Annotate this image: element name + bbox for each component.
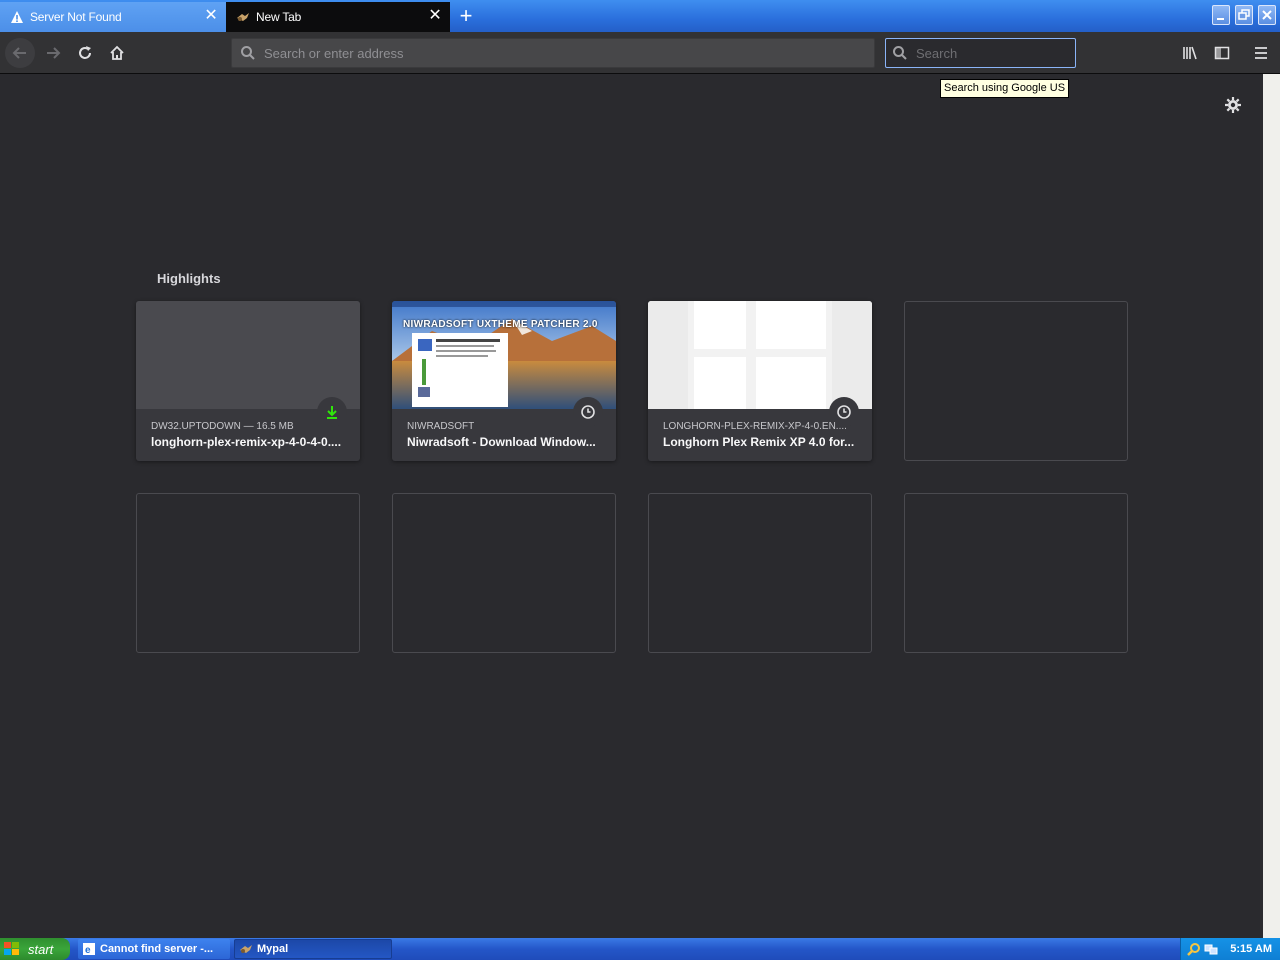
taskbar-item-label: Cannot find server -... — [100, 943, 214, 955]
empty-highlight-slot — [904, 493, 1128, 653]
start-button[interactable]: start — [0, 938, 70, 960]
minimize-button[interactable] — [1212, 5, 1230, 25]
highlight-card[interactable]: LONGHORN-PLEX-REMIX-XP-4-0.EN.... Longho… — [648, 301, 872, 461]
sidebar-toggle-icon[interactable] — [1207, 38, 1237, 68]
windows-flag-icon — [4, 942, 19, 955]
clock: 5:15 AM — [1230, 943, 1272, 955]
highlights-heading: Highlights — [157, 271, 221, 286]
network-tray-icon[interactable] — [1204, 942, 1218, 956]
close-tab-icon[interactable]: ✕ — [428, 8, 442, 24]
taskbar-item-mypal[interactable]: Mypal — [234, 939, 392, 959]
taskbar-item-cannot-find-server[interactable]: e Cannot find server -... — [78, 939, 230, 959]
back-arrow-icon[interactable] — [5, 38, 35, 68]
address-input[interactable] — [264, 45, 874, 61]
forward-arrow-icon[interactable] — [38, 38, 68, 68]
taskbar-item-label: Mypal — [257, 943, 289, 955]
highlight-card[interactable]: NIWRADSOFT UXTHEME PATCHER 2.0 NIWRADSOF… — [392, 301, 616, 461]
library-icon[interactable] — [1175, 38, 1205, 68]
home-icon[interactable] — [102, 38, 132, 68]
thumbnail-caption: NIWRADSOFT UXTHEME PATCHER 2.0 — [403, 319, 598, 330]
hamburger-menu-icon[interactable] — [1246, 38, 1276, 68]
new-tab-plus-icon[interactable]: + — [452, 2, 480, 30]
search-input[interactable] — [916, 45, 1075, 61]
mypal-icon — [236, 10, 250, 24]
card-thumbnail — [136, 301, 360, 409]
svg-text:e: e — [85, 945, 91, 956]
restore-button[interactable] — [1235, 5, 1253, 25]
card-context: DW32.UPTODOWN — 16.5 MB — [151, 421, 294, 432]
vertical-scrollbar[interactable] — [1263, 74, 1280, 938]
card-title: Niwradsoft - Download Window... — [407, 435, 596, 449]
tab-title: Server Not Found — [30, 10, 122, 24]
tab-new-tab[interactable]: New Tab ✕ — [226, 2, 450, 32]
start-label: start — [28, 941, 54, 957]
search-tooltip: Search using Google US — [940, 79, 1070, 98]
card-context: NIWRADSOFT — [407, 421, 475, 432]
ie-icon: e — [83, 943, 95, 956]
mypal-icon — [240, 945, 252, 953]
highlight-card[interactable]: DW32.UPTODOWN — 16.5 MB longhorn-plex-re… — [136, 301, 360, 461]
empty-highlight-slot — [136, 493, 360, 653]
system-tray: 5:15 AM — [1180, 938, 1280, 960]
close-tab-icon[interactable]: ✕ — [204, 8, 218, 24]
search-bar[interactable] — [885, 38, 1076, 68]
card-title: Longhorn Plex Remix XP 4.0 for... — [663, 435, 855, 449]
reload-icon[interactable] — [70, 38, 100, 68]
empty-highlight-slot — [904, 301, 1128, 461]
taskbar: start e Cannot find server -... Mypal 5:… — [0, 938, 1280, 960]
tab-server-not-found[interactable]: Server Not Found ✕ — [0, 2, 226, 32]
tab-title: New Tab — [256, 10, 302, 24]
search-icon — [241, 46, 255, 60]
warning-icon — [10, 10, 24, 24]
nav-toolbar — [0, 32, 1280, 74]
empty-highlight-slot — [648, 493, 872, 653]
card-thumbnail: NIWRADSOFT UXTHEME PATCHER 2.0 — [392, 301, 616, 409]
search-tray-icon[interactable] — [1187, 942, 1201, 956]
card-context: LONGHORN-PLEX-REMIX-XP-4-0.EN.... — [663, 421, 847, 432]
tab-strip: Server Not Found ✕ New Tab ✕ + — [0, 0, 1280, 32]
card-thumbnail — [648, 301, 872, 409]
empty-highlight-slot — [392, 493, 616, 653]
close-window-button[interactable] — [1258, 5, 1276, 25]
card-title: longhorn-plex-remix-xp-4-0-4-0.... — [151, 435, 342, 449]
address-bar[interactable] — [231, 38, 875, 68]
search-icon — [893, 46, 907, 60]
gear-icon[interactable] — [1222, 94, 1244, 116]
